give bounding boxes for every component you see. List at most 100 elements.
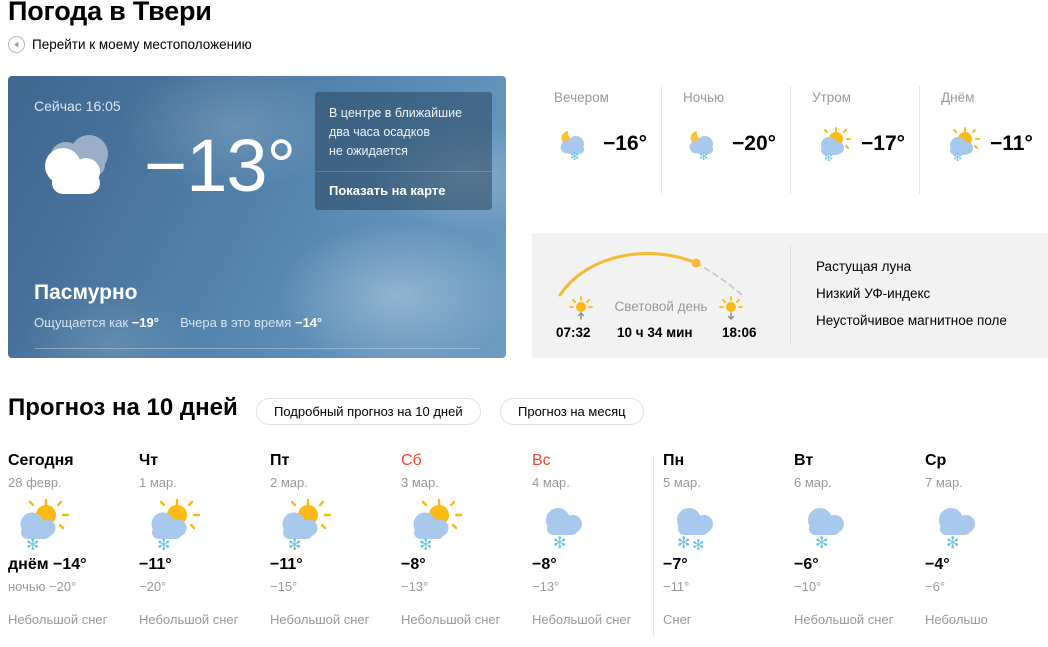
period-evening-label: Вечером: [554, 90, 609, 105]
night-temp: −15°: [270, 579, 298, 594]
current-main: −13°: [32, 128, 296, 204]
sun-cloud-snow-icon: ✻: [270, 498, 393, 550]
day-description: Небольшой снег: [401, 612, 501, 627]
day-column-fri[interactable]: Пт 2 мар. ✻ −11° −15° Небольшой снег: [262, 452, 393, 647]
day-date: 4 мар.: [532, 475, 570, 490]
cloud-heavy-snow-icon: ✻ ✻: [663, 498, 786, 550]
overcast-cloud-icon: [32, 128, 128, 204]
day-name: Вт: [794, 452, 814, 469]
svg-text:✻: ✻: [677, 535, 690, 550]
period-night-temp: −20°: [732, 132, 777, 155]
night-temp: −20°: [139, 579, 167, 594]
svg-text:✻: ✻: [815, 535, 828, 550]
day-column-sat[interactable]: Сб 3 мар. ✻ −8° −13° Небольшой снег: [393, 452, 524, 647]
day-column-today[interactable]: Сегодня 28 февр. ✻ днём −14° ночью −20° …: [0, 452, 131, 647]
go-to-my-location-link[interactable]: Перейти к моему местоположению: [8, 36, 252, 53]
show-on-map-link[interactable]: Показать на карте: [329, 172, 478, 210]
period-morning-label: Утром: [812, 90, 852, 105]
current-condition: Пасмурно: [34, 281, 138, 304]
day-temp-value: −7°: [663, 556, 688, 573]
day-name: Сегодня: [8, 452, 74, 469]
astro-note-magnetic: Неустойчивое магнитное поле: [816, 313, 1007, 328]
night-temp: −10°: [794, 579, 822, 594]
night-temp-value: −20°: [49, 579, 77, 594]
sun-cloud-snow-icon: ✻: [812, 127, 852, 161]
svg-text:✻: ✻: [692, 537, 705, 550]
day-temp-value: −14°: [53, 556, 87, 573]
day-column-thu[interactable]: Чт 1 мар. ✻ −11° −20° Небольшой снег: [131, 452, 262, 647]
svg-text:✻: ✻: [699, 151, 708, 161]
svg-text:✻: ✻: [419, 537, 432, 550]
cloud-snow-icon: ✻: [794, 498, 917, 550]
period-evening[interactable]: Вечером ✻ −16°: [532, 84, 661, 196]
day-temp-value: −8°: [401, 556, 426, 573]
period-day-label: Днём: [941, 90, 975, 105]
moon-cloud-snow-icon: ✻: [683, 127, 723, 161]
astro-note-uv: Низкий УФ-индекс: [816, 286, 931, 301]
day-temp-prefix: днём: [8, 556, 53, 573]
day-column-sun[interactable]: Вс 4 мар. ✻ −8° −13° Небольшой снег: [524, 452, 655, 647]
period-morning[interactable]: Утром ✻ −17°: [790, 84, 919, 196]
day-date: 2 мар.: [270, 475, 308, 490]
feels-like-label: Ощущается как: [34, 315, 129, 330]
day-date: 1 мар.: [139, 475, 177, 490]
day-description: Небольшой снег: [270, 612, 370, 627]
day-description: Небольшой снег: [139, 612, 239, 627]
svg-text:✻: ✻: [953, 152, 962, 161]
daylight-label: Световой день: [614, 299, 708, 314]
svg-text:✻: ✻: [26, 537, 39, 550]
day-temp: −7°: [663, 556, 786, 574]
precipitation-map-box: В центре в ближайшие два часа осадков не…: [315, 92, 492, 210]
cloud-snow-icon: ✻: [532, 498, 655, 550]
night-temp: −11°: [663, 579, 690, 594]
svg-text:✻: ✻: [570, 151, 579, 161]
page-title: Погода в Твери: [8, 0, 212, 26]
day-name: Пт: [270, 452, 290, 469]
night-temp-prefix: ночью: [8, 579, 50, 594]
period-night-label: Ночью: [683, 90, 725, 105]
day-temp: −4°: [925, 556, 1048, 574]
moon-cloud-snow-icon: ✻: [554, 127, 594, 161]
sunrise-time: 07:32: [556, 325, 591, 340]
month-forecast-button[interactable]: Прогноз на месяц: [500, 398, 644, 425]
yesterday-label: Вчера в это время: [180, 315, 292, 330]
day-name: Вс: [532, 452, 551, 469]
period-night[interactable]: Ночью ✻ −20°: [661, 84, 790, 196]
astro-notes: Растущая луна Низкий УФ-индекс Неустойчи…: [790, 233, 1048, 358]
sun-cloud-snow-icon: ✻: [941, 127, 981, 161]
day-temp: −6°: [794, 556, 917, 574]
tenday-title: Прогноз на 10 дней: [8, 394, 238, 421]
sun-cloud-snow-icon: ✻: [139, 498, 262, 550]
precipitation-note-line1: В центре в ближайшие: [329, 106, 463, 120]
day-date: 28 февр.: [8, 475, 62, 490]
astronomy-panel: Световой день 07:32 10 ч 34 мин 18:06 Ра…: [532, 233, 1048, 358]
current-time: Сейчас 16:05: [34, 98, 121, 114]
svg-text:✻: ✻: [946, 535, 959, 550]
day-temp: −11°: [139, 556, 262, 574]
location-arrow-icon: [8, 36, 25, 53]
day-column-wed[interactable]: Ср 7 мар. ✻ −4° −6° Небольшо: [917, 452, 1048, 647]
day-column-tue[interactable]: Вт 6 мар. ✻ −6° −10° Небольшой снег: [786, 452, 917, 647]
svg-text:✻: ✻: [157, 537, 170, 550]
day-column-mon[interactable]: Пн 5 мар. ✻ ✻ −7° −11° Снег: [653, 452, 786, 647]
precipitation-note: В центре в ближайшие два часа осадков не…: [329, 104, 478, 161]
day-description: Небольшой снег: [8, 612, 108, 627]
sunset-time: 18:06: [722, 325, 757, 340]
weather-page: Погода в Твери Перейти к моему местополо…: [0, 0, 1048, 647]
day-name: Сб: [401, 452, 422, 469]
detailed-10day-button[interactable]: Подробный прогноз на 10 дней: [256, 398, 481, 425]
day-name: Ср: [925, 452, 947, 469]
day-date: 6 мар.: [794, 475, 832, 490]
day-date: 5 мар.: [663, 475, 701, 490]
period-day-temp: −11°: [990, 132, 1033, 155]
day-description: Небольшой снег: [532, 612, 632, 627]
day-temp-value: −8°: [532, 556, 557, 573]
period-forecast-list: Вечером ✻ −16° Ночью ✻ −20° Утром ✻ −17°…: [532, 84, 1048, 196]
day-temp-value: −11°: [139, 556, 172, 573]
sun-cloud-snow-icon: ✻: [8, 498, 131, 550]
day-description: Небольшо: [925, 612, 988, 627]
period-day[interactable]: Днём ✻ −11°: [919, 84, 1048, 196]
yesterday-value: −14°: [294, 315, 323, 330]
day-description: Снег: [663, 612, 692, 627]
daylight-duration: 10 ч 34 мин: [617, 325, 693, 340]
